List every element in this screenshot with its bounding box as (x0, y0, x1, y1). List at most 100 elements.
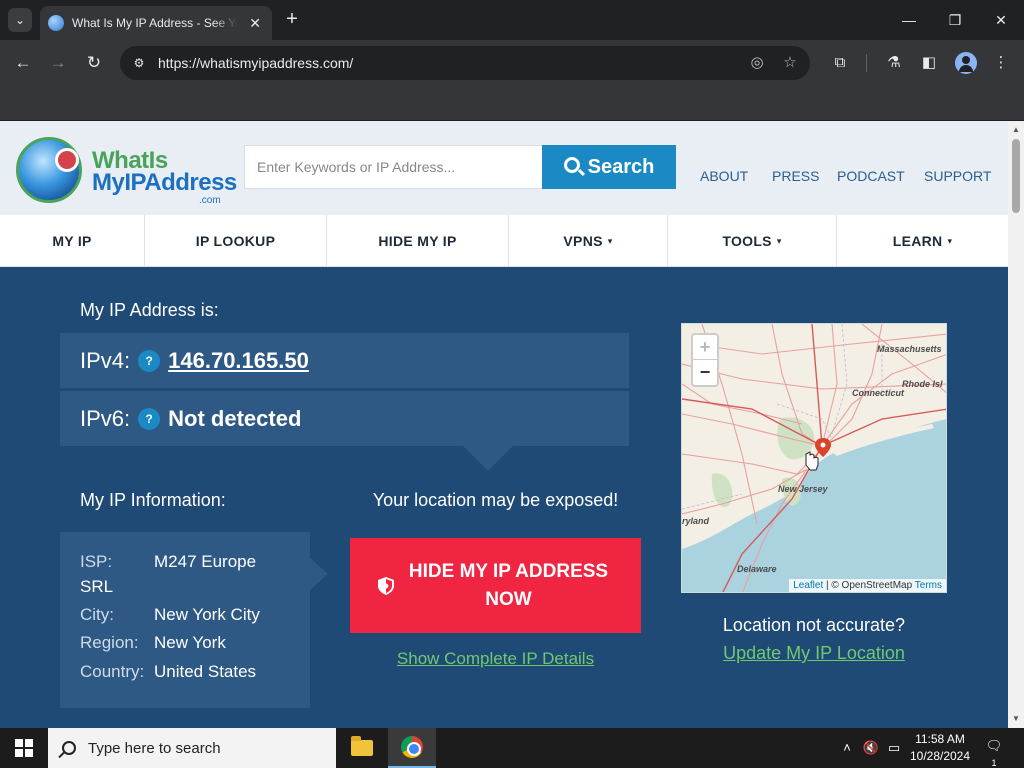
show-ip-details-link[interactable]: Show Complete IP Details (350, 649, 641, 669)
logo-text-line2: MyIPAddress (92, 169, 237, 196)
scroll-thumb[interactable] (1012, 139, 1020, 213)
browser-toolbar: ← → ↻ ⚙ https://whatismyipaddress.com/ ◎… (0, 40, 1024, 86)
nav-vpns[interactable]: VPNS ▾ (509, 215, 668, 267)
leaflet-link[interactable]: Leaflet (793, 580, 823, 591)
podcast-link[interactable]: PODCAST (837, 168, 905, 184)
nav-label: TOOLS (722, 233, 772, 249)
map-tiles (682, 324, 946, 592)
map-label-new-jersey: New Jersey (778, 484, 828, 494)
nav-ip-lookup[interactable]: IP LOOKUP (145, 215, 327, 267)
ipv4-label: IPv4: (80, 347, 131, 373)
address-bar[interactable]: ⚙ https://whatismyipaddress.com/ ◎ ☆ (120, 46, 810, 80)
logo-text-suffix: .com (199, 195, 221, 206)
scroll-down-icon[interactable]: ▼ (1008, 712, 1024, 726)
nav-my-ip[interactable]: MY IP (0, 215, 145, 267)
tab-search-icon[interactable]: ⌄ (8, 8, 32, 32)
map-attribution: Leaflet | © OpenStreetMap Terms (789, 579, 946, 592)
scroll-up-icon[interactable]: ▲ (1008, 123, 1024, 137)
clock-date: 10/28/2024 (909, 749, 971, 763)
browser-tab-strip: ⌄ What Is My IP Address - See Your Publi… (0, 0, 1024, 40)
notification-icon[interactable]: 🗨1 (984, 738, 1004, 768)
url-text[interactable]: https://whatismyipaddress.com/ (158, 55, 353, 71)
main-nav: MY IP IP LOOKUP HIDE MY IP VPNS ▾ TOOLS ▾ … (0, 215, 1008, 267)
shield-icon (377, 576, 394, 595)
nav-tools[interactable]: TOOLS ▾ (668, 215, 837, 267)
nav-label: LEARN (892, 233, 943, 249)
chrome-icon (401, 736, 423, 758)
file-explorer-button[interactable] (338, 728, 386, 768)
side-panel-icon[interactable]: ◧ (918, 52, 940, 74)
nav-label: IP LOOKUP (195, 233, 276, 249)
star-icon[interactable]: ☆ (780, 53, 800, 73)
page-viewport: WhatIs MyIPAddress .com Enter Keywords o… (0, 121, 1008, 728)
city-label: City: (80, 605, 114, 624)
system-clock[interactable]: 11:58 AM 10/28/2024 (904, 731, 976, 765)
eye-slash-icon[interactable]: ◎ (747, 53, 767, 73)
more-vert-icon[interactable]: ⋮ (990, 52, 1012, 74)
map-zoom-control: + − (691, 333, 719, 387)
ip-hero-section: My IP Address is: IPv4: ? 146.70.165.50 … (0, 267, 1008, 728)
help-icon[interactable]: ? (138, 407, 161, 430)
ipv4-address-link[interactable]: 146.70.165.50 (168, 348, 309, 374)
extensions-icon[interactable]: ⧉ (829, 52, 851, 74)
back-icon[interactable]: ← (10, 50, 36, 76)
site-settings-icon[interactable]: ⚙ (130, 54, 148, 72)
hide-my-ip-label: HIDE MY IP ADDRESS NOW (408, 560, 609, 610)
taskbar-search[interactable]: Type here to search (48, 728, 336, 768)
volume-muted-icon[interactable]: 🔇 (860, 728, 882, 768)
search-input[interactable]: Enter Keywords or IP Address... (244, 145, 542, 189)
terms-link[interactable]: Terms (915, 580, 942, 591)
ip-box-pointer (462, 445, 514, 471)
profile-icon[interactable] (955, 52, 977, 74)
caret-down-icon: ▾ (607, 235, 613, 246)
chevron-up-icon[interactable]: ˄ (838, 728, 856, 768)
map-label-maryland: ryland (682, 516, 710, 526)
tab-title: What Is My IP Address - See Your Public … (72, 16, 238, 30)
city-value: New York City (154, 605, 260, 624)
ip-heading: My IP Address is: (80, 300, 219, 320)
isp-label: ISP: (80, 552, 113, 571)
map-label-connecticut: Connecticut (852, 388, 905, 398)
nav-learn[interactable]: LEARN ▾ (837, 215, 1008, 267)
region-label: Region: (80, 633, 139, 652)
ipv6-label: IPv6: (80, 405, 131, 431)
close-icon[interactable]: ✕ (246, 15, 264, 32)
minimize-icon[interactable]: — (894, 6, 924, 34)
plus-icon[interactable]: + (282, 8, 302, 32)
press-link[interactable]: PRESS (772, 168, 819, 184)
reload-icon[interactable]: ↻ (81, 50, 107, 76)
search-icon (62, 741, 76, 755)
zoom-in-icon[interactable]: + (693, 335, 717, 360)
ipv4-row: IPv4: ? 146.70.165.50 (60, 333, 629, 388)
labs-flask-icon[interactable]: ⚗ (883, 52, 905, 74)
location-accuracy-question: Location not accurate? (722, 615, 906, 635)
map-label-delaware: Delaware (737, 564, 777, 574)
help-icon[interactable]: ? (138, 349, 161, 372)
hide-my-ip-button[interactable]: HIDE MY IP ADDRESS NOW (350, 538, 641, 633)
page-scrollbar[interactable]: ▲ ▼ (1008, 121, 1024, 728)
window-close-icon[interactable]: ✕ (986, 6, 1016, 34)
attribution-separator: | (826, 580, 829, 591)
info-box-pointer (310, 558, 328, 590)
search-button[interactable]: Search (542, 145, 676, 189)
search-button-label: Search (587, 155, 655, 178)
site-header: WhatIs MyIPAddress .com Enter Keywords o… (0, 121, 1008, 215)
isp-value: M247 Europe (154, 552, 257, 571)
nav-hide-my-ip[interactable]: HIDE MY IP (327, 215, 509, 267)
network-icon[interactable]: ▭ (884, 728, 904, 768)
support-link[interactable]: SUPPORT (924, 168, 991, 184)
about-link[interactable]: ABOUT (700, 168, 748, 184)
forward-icon[interactable]: → (45, 50, 71, 76)
ipv6-row: IPv6: ? Not detected (60, 391, 629, 446)
restore-icon[interactable]: ❐ (940, 6, 970, 34)
chrome-taskbar-button[interactable] (388, 728, 436, 768)
zoom-out-icon[interactable]: − (693, 360, 717, 385)
notification-count: 1 (991, 758, 997, 768)
region-value: New York (154, 633, 226, 652)
nav-label: VPNS (563, 233, 603, 249)
nav-label: HIDE MY IP (378, 233, 457, 249)
update-ip-location-link[interactable]: Update My IP Location (681, 643, 947, 664)
start-button[interactable] (0, 728, 48, 768)
location-map[interactable]: + − Massachusetts Rhode Isl Connecticut … (681, 323, 947, 593)
browser-tab[interactable]: What Is My IP Address - See Your Public … (40, 6, 272, 40)
